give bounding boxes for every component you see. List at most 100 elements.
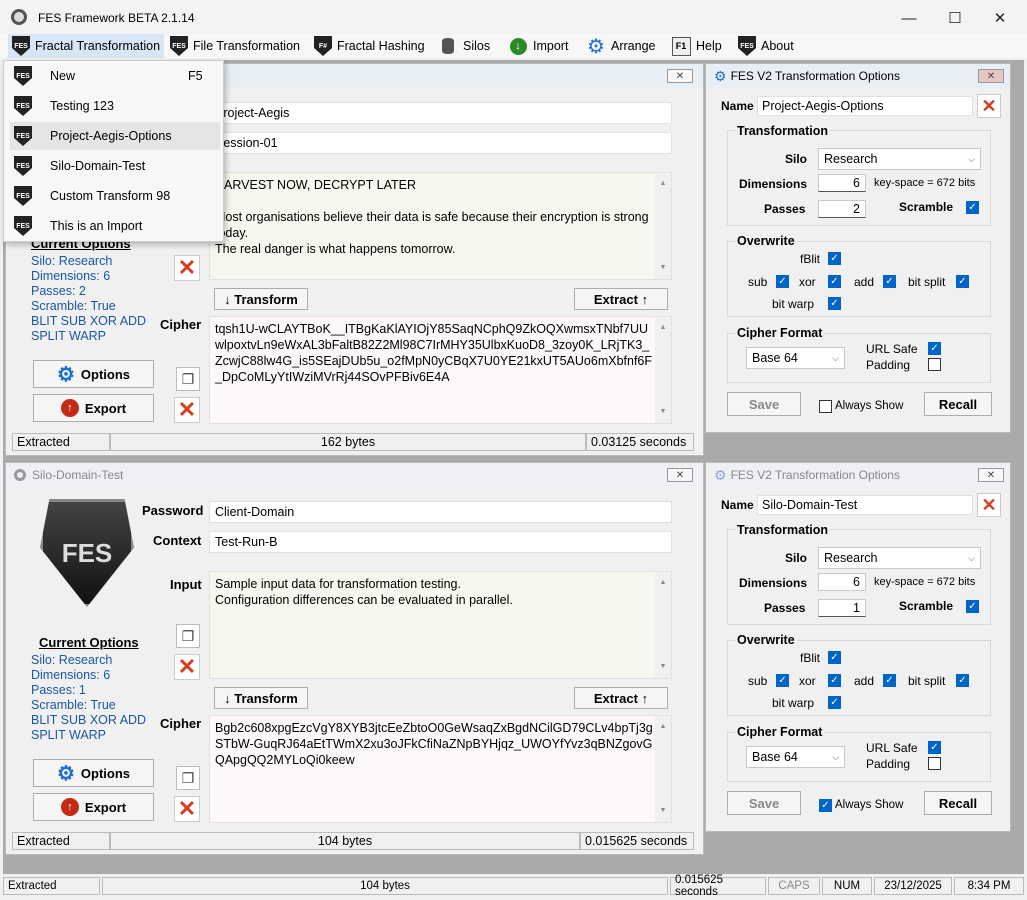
options-title-bar: ⚙ FES V2 Transformation Options ✕	[706, 64, 1010, 88]
close-button[interactable]: ✕	[977, 4, 1023, 32]
dropdown-item-this-is-an-import[interactable]: FES This is an Import	[10, 212, 220, 240]
copy-icon[interactable]: ❐	[176, 766, 200, 790]
minimize-button[interactable]: —	[886, 4, 932, 32]
cipher-textarea[interactable]: tqsh1U-wCLAYTBoK__ITBgKaKlAYIOjY85SaqNCp…	[209, 316, 672, 424]
bitwarp-checkbox[interactable]: ✓	[828, 696, 841, 709]
fblit-checkbox[interactable]: ✓	[828, 252, 841, 265]
context-field[interactable]: Test-Run-B	[209, 531, 672, 553]
xor-checkbox[interactable]: ✓	[828, 275, 841, 288]
urlsafe-checkbox[interactable]: ✓	[928, 741, 941, 754]
options-button[interactable]: ⚙ Options	[33, 360, 154, 388]
window-title: Silo-Domain-Test	[32, 468, 124, 482]
always-show-checkbox[interactable]: ✓	[819, 799, 832, 812]
maximize-button[interactable]: ☐	[932, 4, 978, 32]
fblit-label: fBlit	[800, 651, 821, 665]
menu-arrange[interactable]: ⚙ Arrange	[582, 34, 659, 58]
format-select[interactable]: Base 64 ⌵	[746, 347, 845, 369]
date-indicator: 23/12/2025	[874, 877, 952, 895]
window-close-button[interactable]: ✕	[667, 69, 693, 83]
sub-checkbox[interactable]: ✓	[776, 674, 789, 687]
dropdown-item-project-aegis-options[interactable]: FES Project-Aegis-Options	[10, 122, 220, 150]
export-button[interactable]: ↑ Export	[33, 394, 154, 422]
options-close-button[interactable]: ✕	[978, 468, 1004, 482]
urlsafe-checkbox[interactable]: ✓	[928, 342, 941, 355]
padding-checkbox[interactable]	[928, 358, 941, 371]
clear-input-button[interactable]: ✕	[174, 255, 200, 281]
clear-name-button[interactable]: ✕	[977, 493, 1001, 517]
input-scrollbar[interactable]: ▲ ▼	[655, 572, 671, 678]
format-select[interactable]: Base 64 ⌵	[746, 746, 845, 768]
passes-label: Passes	[764, 601, 806, 615]
silo-select[interactable]: Research ⌵	[818, 148, 981, 170]
fes-shield-icon: FES	[170, 36, 188, 56]
window-title-bar: Silo-Domain-Test ✕	[6, 463, 703, 487]
save-button[interactable]: Save	[727, 392, 801, 416]
bitsplit-checkbox[interactable]: ✓	[956, 275, 969, 288]
always-show-checkbox[interactable]	[819, 400, 832, 413]
dropdown-item-custom-transform-98[interactable]: FES Custom Transform 98	[10, 182, 220, 210]
fblit-checkbox[interactable]: ✓	[828, 651, 841, 664]
export-icon: ↑	[60, 399, 79, 417]
xor-checkbox[interactable]: ✓	[828, 674, 841, 687]
scramble-checkbox[interactable]: ✓	[966, 600, 979, 613]
name-field[interactable]: Project-Aegis-Options	[757, 96, 973, 116]
clear-cipher-button[interactable]: ✕	[174, 397, 200, 423]
silo-select[interactable]: Research ⌵	[818, 547, 981, 569]
password-field[interactable]: Project-Aegis	[209, 102, 672, 124]
menu-fractal-hashing[interactable]: F# Fractal Hashing	[310, 34, 429, 58]
clear-cipher-button[interactable]: ✕	[174, 796, 200, 822]
input-textarea[interactable]: Sample input data for transformation tes…	[209, 571, 672, 679]
cipher-scrollbar[interactable]: ▲ ▼	[655, 716, 671, 822]
input-textarea[interactable]: HARVEST NOW, DECRYPT LATER Most organisa…	[209, 172, 672, 280]
fes-shield-icon: FES	[14, 216, 32, 236]
sub-checkbox[interactable]: ✓	[776, 275, 789, 288]
cipher-scrollbar[interactable]: ▲ ▼	[655, 317, 671, 423]
export-button[interactable]: ↑ Export	[33, 793, 154, 821]
options-close-button[interactable]: ✕	[978, 69, 1004, 83]
transform-button[interactable]: ↓ Transform	[214, 288, 308, 310]
dropdown-item-new[interactable]: FES New F5	[10, 62, 220, 90]
extract-button[interactable]: Extract ↑	[574, 288, 668, 310]
cipher-textarea[interactable]: Bgb2c608xpgEzcVgY8XYB3jtcEeZbtoO0GeWsaqZ…	[209, 715, 672, 823]
context-field[interactable]: Session-01	[209, 132, 672, 154]
name-label: Name	[721, 99, 754, 113]
menu-silos[interactable]: Silos	[434, 34, 494, 58]
window-close-button[interactable]: ✕	[667, 468, 693, 482]
add-checkbox[interactable]: ✓	[883, 674, 896, 687]
input-scrollbar[interactable]: ▲ ▼	[655, 173, 671, 279]
dimensions-input[interactable]: 6	[818, 174, 866, 192]
transform-button[interactable]: ↓ Transform	[214, 687, 308, 709]
menu-fractal-transformation[interactable]: FES Fractal Transformation	[8, 34, 165, 58]
password-field[interactable]: Client-Domain	[209, 501, 672, 523]
padding-checkbox[interactable]	[928, 757, 941, 770]
dimensions-input[interactable]: 6	[818, 573, 866, 591]
passes-input[interactable]: 2	[818, 200, 866, 218]
clear-name-button[interactable]: ✕	[977, 94, 1001, 118]
dimensions-label: Dimensions	[739, 177, 808, 191]
add-checkbox[interactable]: ✓	[883, 275, 896, 288]
menu-help[interactable]: F1 Help	[667, 34, 726, 58]
dropdown-item-silo-domain-test[interactable]: FES Silo-Domain-Test	[10, 152, 220, 180]
name-field[interactable]: Silo-Domain-Test	[757, 495, 973, 515]
menu-file-transformation[interactable]: FES File Transformation	[166, 34, 304, 58]
extract-button[interactable]: Extract ↑	[574, 687, 668, 709]
context-label: Context	[153, 533, 202, 548]
bitwarp-label: bit warp	[772, 696, 815, 710]
recall-button[interactable]: Recall	[924, 392, 992, 416]
recall-button[interactable]: Recall	[924, 791, 992, 815]
dimensions-label: Dimensions	[739, 576, 808, 590]
menu-import[interactable]: ↓ Import	[504, 34, 572, 58]
dropdown-item-testing-123[interactable]: FES Testing 123	[10, 92, 220, 120]
menu-about[interactable]: FES About	[734, 34, 798, 58]
urlsafe-label: URL Safe	[866, 342, 918, 356]
save-button[interactable]: Save	[727, 791, 801, 815]
clear-input-button[interactable]: ✕	[174, 654, 200, 680]
scramble-checkbox[interactable]: ✓	[966, 201, 979, 214]
bitwarp-checkbox[interactable]: ✓	[828, 297, 841, 310]
bitsplit-checkbox[interactable]: ✓	[956, 674, 969, 687]
copy-icon[interactable]: ❐	[176, 367, 200, 391]
options-button[interactable]: ⚙ Options	[33, 759, 154, 787]
copy-icon[interactable]: ❐	[176, 624, 200, 648]
passes-input[interactable]: 1	[818, 599, 866, 617]
passes-label: Passes	[764, 202, 806, 216]
